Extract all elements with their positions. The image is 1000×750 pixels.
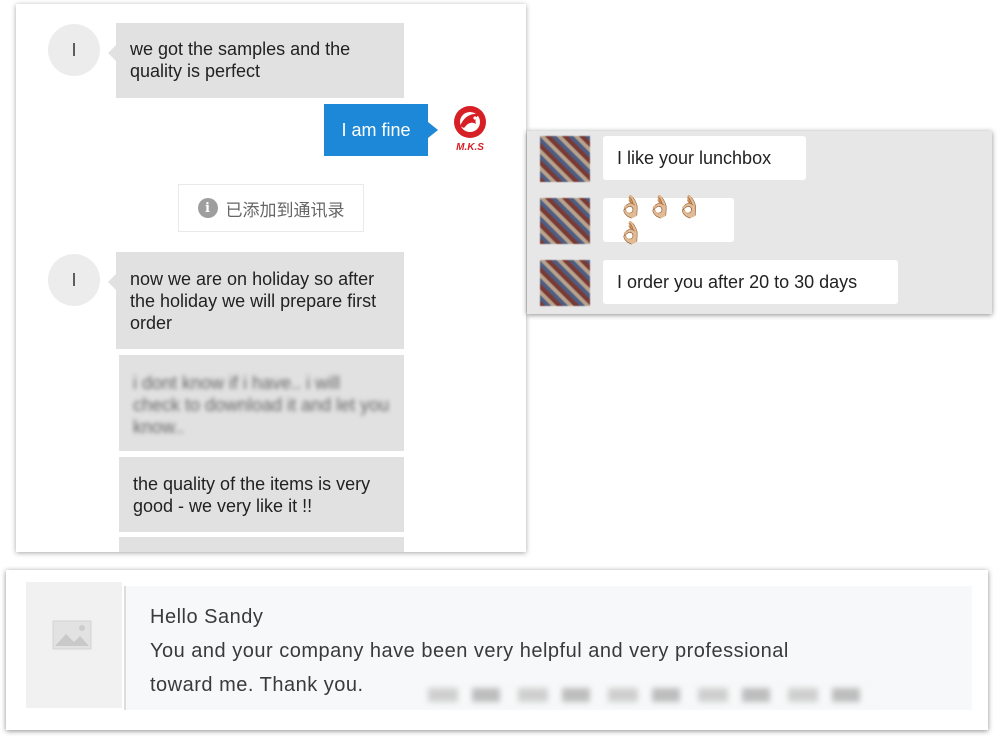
message-text: i dont know if i have.. i will check to … — [133, 373, 390, 437]
message-bubble-outgoing: I am fine — [324, 104, 438, 156]
message-bubble: we got the samples and the quality is pe… — [108, 23, 404, 98]
avatar[interactable]: I — [48, 254, 100, 306]
email-body: Hello Sandy You and your company have be… — [124, 586, 972, 710]
avatar-initial: I — [71, 39, 77, 60]
eagle-logo-icon — [454, 106, 486, 138]
avatar-placeholder[interactable] — [26, 582, 122, 708]
message-bubble: I order you after 20 to 30 days — [603, 260, 898, 304]
bubble-tail — [428, 122, 438, 138]
message-bubble-blurred: i dont know if i have.. i will check to … — [119, 355, 404, 451]
message-text: I am fine — [341, 120, 411, 140]
message-bubble: now we are on holiday so after the holid… — [108, 252, 404, 349]
message-bubble-partial — [119, 537, 404, 552]
bubble-tail — [108, 45, 116, 61]
message-bubble: I like your lunchbox — [603, 136, 806, 180]
contact-added-notice: i 已添加到通讯录 — [178, 184, 364, 232]
avatar[interactable] — [540, 136, 590, 182]
info-icon: i — [197, 198, 218, 218]
chat-panel-right: I like your lunchbox 👌🏼👌🏼👌🏼👌🏼 I order yo… — [527, 131, 992, 314]
avatar-initial: I — [71, 269, 77, 290]
chat-panel-left: I we got the samples and the quality is … — [16, 4, 526, 552]
message-text: I like your lunchbox — [617, 147, 772, 168]
image-placeholder-icon — [52, 620, 92, 650]
email-line: You and your company have been very help… — [150, 640, 789, 662]
message-bubble: 👌🏼👌🏼👌🏼👌🏼 — [603, 194, 734, 245]
email-greeting: Hello Sandy — [150, 606, 264, 628]
avatar[interactable] — [540, 198, 590, 244]
message-bubble: the quality of the items is very good - … — [119, 457, 404, 532]
message-text: the quality of the items is very good - … — [133, 474, 371, 516]
ok-hand-emoji-icon: 👌🏼👌🏼👌🏼👌🏼 — [617, 194, 706, 245]
redacted-text — [428, 688, 878, 702]
email-line: toward me. Thank you. — [150, 674, 364, 696]
message-text: I order you after 20 to 30 days — [617, 271, 858, 292]
message-text: now we are on holiday so after the holid… — [130, 269, 377, 333]
avatar[interactable] — [540, 260, 590, 306]
message-text: we got the samples and the quality is pe… — [130, 39, 351, 81]
mks-logo[interactable]: M.K.S — [446, 104, 494, 156]
logo-text: M.K.S — [456, 142, 484, 153]
bubble-tail — [108, 274, 116, 290]
avatar[interactable]: I — [48, 24, 100, 76]
email-panel: Hello Sandy You and your company have be… — [6, 570, 988, 730]
notice-text: 已添加到通讯录 — [225, 200, 345, 220]
